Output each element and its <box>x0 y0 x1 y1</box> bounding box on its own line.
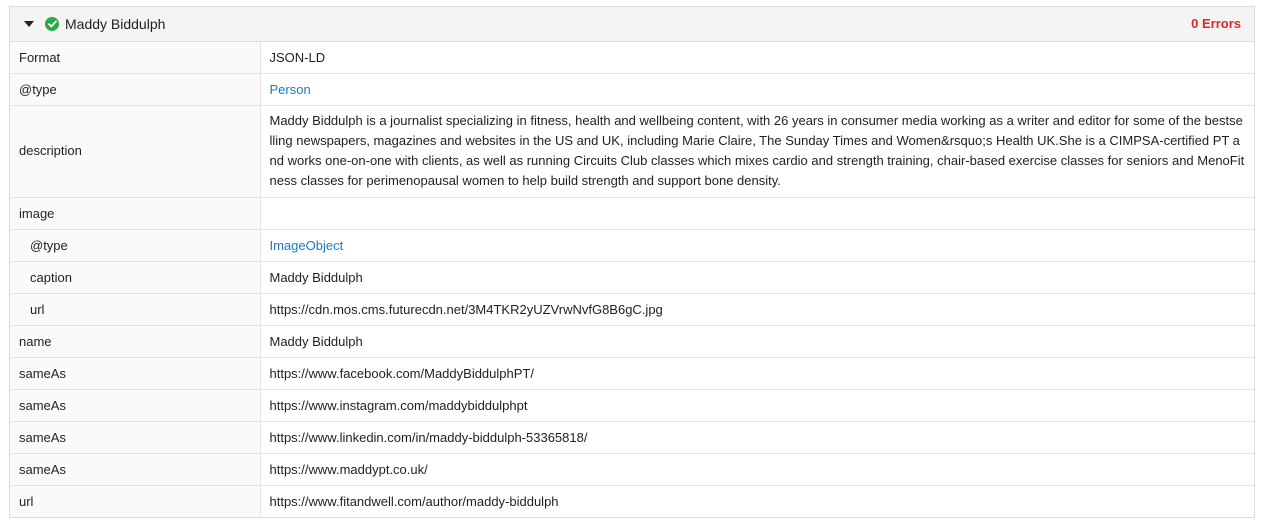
structured-data-panel: Maddy Biddulph 0 Errors Format JSON-LD @… <box>9 6 1255 518</box>
property-key: @type <box>10 73 261 106</box>
panel-header[interactable]: Maddy Biddulph 0 Errors <box>10 7 1254 42</box>
table-row: description Maddy Biddulph is a journali… <box>10 105 1254 198</box>
property-key: image <box>10 197 261 230</box>
item-title: Maddy Biddulph <box>65 16 166 32</box>
property-key: @type <box>10 229 261 262</box>
property-value: https://www.linkedin.com/in/maddy-biddul… <box>260 421 1254 454</box>
property-value: https://www.instagram.com/maddybiddulphp… <box>260 389 1254 422</box>
table-row: name Maddy Biddulph <box>10 325 1254 358</box>
errors-count: 0 Errors <box>1191 16 1241 31</box>
table-row: url https://cdn.mos.cms.futurecdn.net/3M… <box>10 293 1254 326</box>
check-circle-icon <box>45 17 59 31</box>
table-row: Format JSON-LD <box>10 42 1254 74</box>
table-row: sameAs https://www.instagram.com/maddybi… <box>10 389 1254 422</box>
property-key: sameAs <box>10 453 261 486</box>
property-value: Maddy Biddulph <box>260 325 1254 358</box>
table-row: @type Person <box>10 73 1254 106</box>
table-row: sameAs https://www.maddypt.co.uk/ <box>10 453 1254 486</box>
property-key: name <box>10 325 261 358</box>
property-key: sameAs <box>10 421 261 454</box>
property-key: Format <box>10 42 261 74</box>
property-value: https://www.fitandwell.com/author/maddy-… <box>260 485 1254 517</box>
property-key: caption <box>10 261 261 294</box>
type-link[interactable]: ImageObject <box>260 229 1254 262</box>
property-key: url <box>10 293 261 326</box>
property-value: https://www.maddypt.co.uk/ <box>260 453 1254 486</box>
property-value: JSON-LD <box>269 49 326 65</box>
table-row: sameAs https://www.facebook.com/MaddyBid… <box>10 357 1254 390</box>
properties-table: Format JSON-LD @type Person description … <box>10 42 1254 517</box>
type-link[interactable]: Person <box>260 73 1254 106</box>
property-key: sameAs <box>10 357 261 390</box>
table-row: url https://www.fitandwell.com/author/ma… <box>10 485 1254 517</box>
table-row: caption Maddy Biddulph <box>10 261 1254 294</box>
property-value: https://cdn.mos.cms.futurecdn.net/3M4TKR… <box>260 293 1254 326</box>
table-row: image <box>10 197 1254 230</box>
table-row: @type ImageObject <box>10 229 1254 262</box>
table-row: sameAs https://www.linkedin.com/in/maddy… <box>10 421 1254 454</box>
property-value: https://www.facebook.com/MaddyBiddulphPT… <box>260 357 1254 390</box>
description-value: Maddy Biddulph is a journalist specializ… <box>260 105 1254 198</box>
property-key: url <box>10 485 261 517</box>
property-value: Maddy Biddulph <box>260 261 1254 294</box>
property-key: sameAs <box>10 389 261 422</box>
property-key: description <box>10 105 261 198</box>
property-value <box>260 197 1254 230</box>
caret-down-icon[interactable] <box>24 21 34 27</box>
